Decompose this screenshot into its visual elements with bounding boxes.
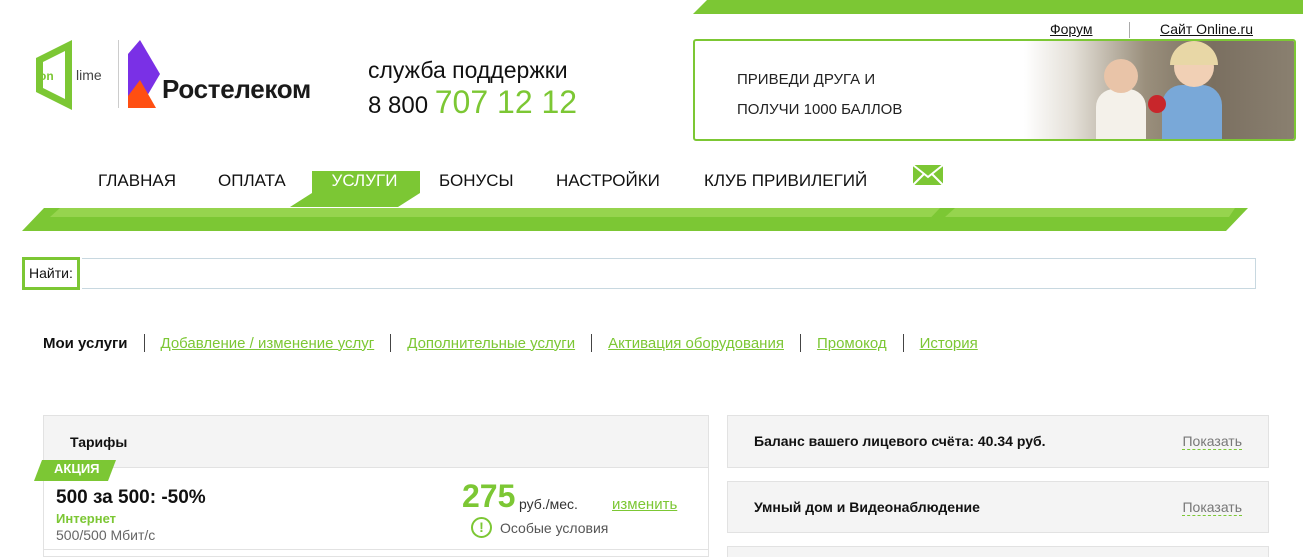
nav-item-bonuses[interactable]: БОНУСЫ	[439, 171, 514, 191]
support-phone: 8 800 707 12 12	[368, 84, 577, 121]
balance-panel-title: Баланс вашего лицевого счёта: 40.34 руб.	[754, 433, 1046, 449]
subtab-equipment-activation[interactable]: Активация оборудования	[608, 335, 784, 352]
tariff-type: Интернет	[56, 511, 117, 526]
smart-home-panel-title: Умный дом и Видеонаблюдение	[754, 499, 980, 515]
tariffs-panel-title: Тарифы	[70, 434, 128, 450]
banner-text: ПРИВЕДИ ДРУГА И ПОЛУЧИ 1000 БАЛЛОВ	[737, 65, 902, 125]
change-tariff-link[interactable]: изменить	[612, 496, 677, 513]
search-input[interactable]	[82, 258, 1256, 289]
special-conditions-label[interactable]: Особые условия	[500, 520, 608, 536]
tariff-name: 500 за 500: -50%	[56, 487, 206, 508]
services-subtabs: Мои услуги Добавление / изменение услуг …	[43, 334, 978, 352]
invite-friend-banner[interactable]: ПРИВЕДИ ДРУГА И ПОЛУЧИ 1000 БАЛЛОВ	[693, 39, 1296, 141]
logo-divider	[118, 40, 119, 108]
search-label: Найти:	[22, 257, 80, 290]
subtab-divider	[591, 334, 593, 352]
nav-band-left-highlight	[50, 208, 940, 217]
exclamation-icon: !	[471, 517, 492, 538]
nav-item-main[interactable]: ГЛАВНАЯ	[98, 171, 176, 191]
nav-band-right-highlight	[945, 208, 1235, 217]
next-panel	[727, 546, 1269, 557]
nav-item-payment[interactable]: ОПЛАТА	[218, 171, 286, 191]
tariff-price: 275	[462, 478, 516, 514]
subtab-additional-services[interactable]: Дополнительные услуги	[407, 335, 575, 352]
onlime-logo-lime: lime	[76, 67, 102, 83]
subtab-promocode[interactable]: Промокод	[817, 335, 887, 352]
tariff-price-unit: руб./мес.	[519, 496, 578, 512]
rostelecom-logo-text: Ростелеком	[162, 74, 311, 104]
onlime-logo-on: on	[39, 69, 54, 83]
balance-show-link[interactable]: Показать	[1182, 433, 1242, 450]
banner-line-1: ПРИВЕДИ ДРУГА И	[737, 71, 876, 88]
banner-children-photo	[1024, 41, 1294, 139]
onlime-logo[interactable]: on lime	[34, 40, 114, 110]
nav-item-privilege-club[interactable]: КЛУБ ПРИВИЛЕГИЙ	[704, 171, 867, 191]
support-phone-prefix: 8 800	[368, 92, 429, 119]
tariff-speed: 500/500 Мбит/с	[56, 527, 156, 543]
balance-panel: Баланс вашего лицевого счёта: 40.34 руб.…	[727, 415, 1269, 468]
promo-badge-label: АКЦИЯ	[54, 461, 100, 476]
online-site-link[interactable]: Сайт Online.ru	[1160, 21, 1253, 37]
subtab-history[interactable]: История	[920, 335, 978, 352]
support-title: служба поддержки	[368, 57, 568, 83]
tariff-row-divider	[43, 549, 709, 550]
subtab-add-change-services[interactable]: Добавление / изменение услуг	[161, 335, 375, 352]
forum-link[interactable]: Форум	[1050, 21, 1093, 37]
top-decor-bar	[693, 0, 1303, 14]
banner-line-2: ПОЛУЧИ 1000 БАЛЛОВ	[737, 101, 903, 118]
subtab-divider	[902, 334, 904, 352]
smart-home-show-link[interactable]: Показать	[1182, 499, 1242, 516]
smart-home-panel: Умный дом и Видеонаблюдение Показать	[727, 481, 1269, 533]
nav-item-settings[interactable]: НАСТРОЙКИ	[556, 171, 660, 191]
subtab-my-services[interactable]: Мои услуги	[43, 335, 128, 352]
tariffs-panel-header: Тарифы	[44, 416, 708, 468]
subtab-divider	[143, 334, 145, 352]
subtab-divider	[799, 334, 801, 352]
support-phone-number: 707 12 12	[434, 84, 578, 120]
envelope-icon[interactable]	[912, 164, 944, 186]
nav-item-services[interactable]: УСЛУГИ	[313, 171, 416, 191]
subtab-divider	[390, 334, 392, 352]
top-links-divider	[1129, 22, 1130, 38]
